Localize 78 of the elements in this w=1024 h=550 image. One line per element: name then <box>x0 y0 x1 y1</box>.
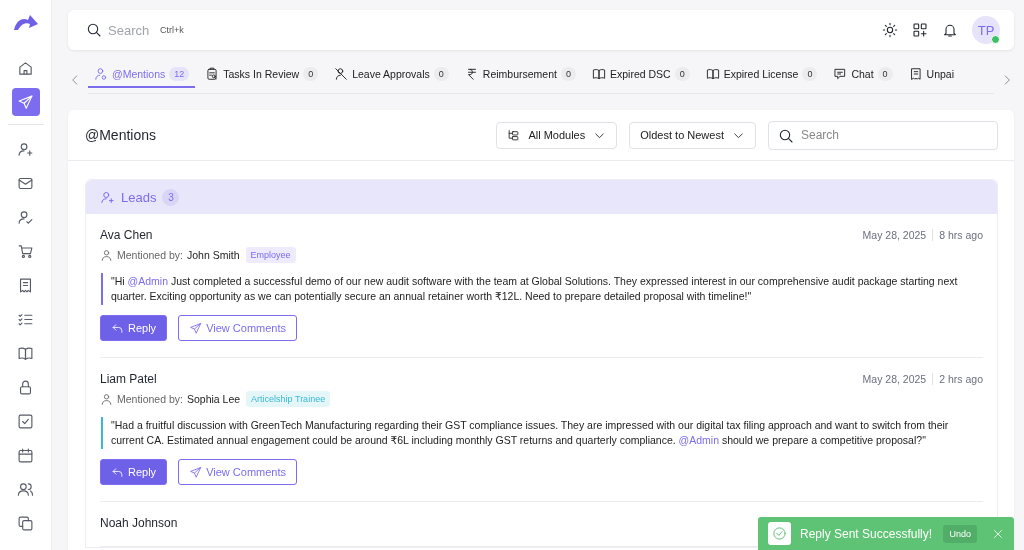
message-text: "Had a fruitful discussion with GreenTech Manufacturing regarding their GST compliance issues. They are impressed with our digital tax filing approach and want to switch from their current CA. Estimated annual engagement could be around ₹6L including monthly GST returns and quarterly compliance. @Admin should we prepare a competitive proposal?" <box>111 418 950 448</box>
count-badge: 0 <box>802 66 818 81</box>
calendar-icon <box>17 446 34 464</box>
hierarchy-icon <box>507 128 521 142</box>
search-field[interactable]: Search <box>768 120 998 150</box>
search-icon <box>778 127 794 144</box>
lock-icon <box>17 378 34 396</box>
time-ago: 8 hrs ago <box>939 229 983 241</box>
count-badge: 0 <box>877 66 893 81</box>
date-text: May 28, 2025 <box>862 229 927 241</box>
mention-link[interactable]: @Admin <box>678 434 719 446</box>
users-icon <box>17 480 34 498</box>
search-icon <box>86 22 102 38</box>
count-badge: 0 <box>674 66 690 81</box>
tab[interactable]: Tasks In Review 0 <box>199 66 325 88</box>
shortcut-hint: Ctrl+k <box>160 25 184 35</box>
message-text: "Hi @Admin Just completed a successful demo of our new audit software with the team at Global Solutions. They expressed interest in our comprehensive audit package starting next quarter. Exciting opportunity as we can potentially secure an annual retainer worth ₹12L. Need to prepare detailed proposal with timeline!" <box>111 274 959 304</box>
person-name: Liam Patel <box>100 372 157 386</box>
check-icon <box>768 522 791 545</box>
date-text: May 28, 2025 <box>862 373 927 385</box>
count-badge: 0 <box>560 66 576 81</box>
user-check-icon <box>17 208 34 226</box>
reply-icon <box>111 465 124 479</box>
time-ago: 2 hrs ago <box>939 373 983 385</box>
theme-toggle-icon[interactable] <box>882 22 898 38</box>
user-plus-icon <box>17 140 34 158</box>
tab[interactable]: Chat 0 <box>827 66 899 88</box>
tab[interactable]: @Mentions 12 <box>88 66 196 88</box>
tab[interactable]: Expired DSC 0 <box>585 66 696 88</box>
cart-icon <box>17 242 34 260</box>
mentioner-name: Sophia Lee <box>186 393 241 405</box>
mentioned-label: Mentioned by: <box>117 249 183 261</box>
apps-icon[interactable] <box>912 22 928 38</box>
mentioner-name: John Smith <box>186 249 240 261</box>
count-badge: 0 <box>303 66 319 81</box>
group-title: Leads <box>121 189 157 205</box>
tab[interactable]: Reimbursement 0 <box>458 66 582 88</box>
checkbox-icon <box>17 412 34 430</box>
reply-button[interactable]: Reply <box>100 315 168 341</box>
book-icon <box>591 66 606 81</box>
tab[interactable]: Unpai <box>902 66 961 88</box>
reply-icon <box>111 321 124 335</box>
home-icon <box>17 59 34 77</box>
notification-icon[interactable] <box>942 22 958 38</box>
copy-icon <box>17 514 34 532</box>
receipt-icon <box>17 276 34 294</box>
person-name: Noah Johnson <box>100 516 178 530</box>
toast-message: Reply Sent Successfully! <box>800 526 934 541</box>
book-icon <box>17 344 34 362</box>
sidebar-item[interactable] <box>11 88 40 116</box>
count-badge: 0 <box>433 66 449 81</box>
view-comments-button[interactable]: View Comments <box>178 315 297 341</box>
user-icon <box>100 392 113 406</box>
user-plus-icon <box>100 189 115 205</box>
mentioned-label: Mentioned by: <box>117 393 183 405</box>
mention-link[interactable]: @Admin <box>127 275 168 287</box>
role-tag: Employee <box>245 247 296 263</box>
view-comments-button[interactable]: View Comments <box>178 459 297 485</box>
filter-dropdown[interactable]: Oldest to Newest <box>629 121 756 149</box>
tab[interactable]: Expired License 0 <box>699 66 824 88</box>
count-badge: 3 <box>162 188 180 206</box>
send-icon <box>189 465 203 479</box>
user-icon <box>100 248 113 262</box>
send-icon <box>189 321 203 335</box>
role-tag: Articelship Trainee <box>246 391 331 407</box>
chat-icon <box>833 66 848 81</box>
receipt-icon <box>908 66 923 81</box>
user-at-icon <box>94 66 108 81</box>
tab[interactable]: Leave Approvals 0 <box>328 66 455 88</box>
clipboard-icon <box>205 66 220 81</box>
panel-title: @Mentions <box>85 127 158 143</box>
send-icon <box>17 93 34 111</box>
person-name: Ava Chen <box>100 228 153 242</box>
filter-dropdown[interactable]: All Modules <box>496 121 618 149</box>
count-badge: 12 <box>169 66 190 81</box>
book-icon <box>705 66 720 81</box>
reply-button[interactable]: Reply <box>100 459 168 485</box>
user-off-icon <box>334 66 349 81</box>
